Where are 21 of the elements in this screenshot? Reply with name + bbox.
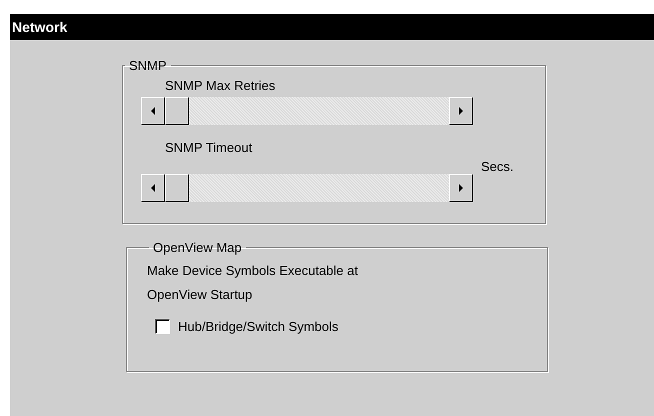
scrollbar-slider[interactable] xyxy=(141,174,473,202)
left-arrow-icon xyxy=(150,107,156,115)
left-arrow-button[interactable] xyxy=(141,174,165,202)
right-arrow-button[interactable] xyxy=(449,97,473,125)
checkbox-label[interactable]: Hub/Bridge/Switch Symbols xyxy=(178,319,338,334)
right-arrow-icon xyxy=(458,184,464,192)
left-arrow-icon xyxy=(150,184,156,192)
slider-label: SNMP Max Retries xyxy=(165,78,276,92)
right-arrow-button[interactable] xyxy=(449,174,473,202)
slider-thumb[interactable] xyxy=(165,174,189,202)
scrollbar-slider[interactable] xyxy=(141,97,473,125)
checkbox[interactable] xyxy=(155,319,170,334)
left-arrow-button[interactable] xyxy=(141,97,165,125)
window-title: Network xyxy=(12,19,68,35)
unit-label: Secs. xyxy=(481,159,514,174)
slider-thumb[interactable] xyxy=(165,97,189,125)
group-title: OpenView Map xyxy=(152,240,243,255)
description-text: Make Device Symbols Executable at OpenView Startup xyxy=(147,262,359,304)
slider-label: SNMP Timeout xyxy=(165,140,252,154)
right-arrow-icon xyxy=(458,107,464,115)
group-title: SNMP xyxy=(128,58,168,73)
